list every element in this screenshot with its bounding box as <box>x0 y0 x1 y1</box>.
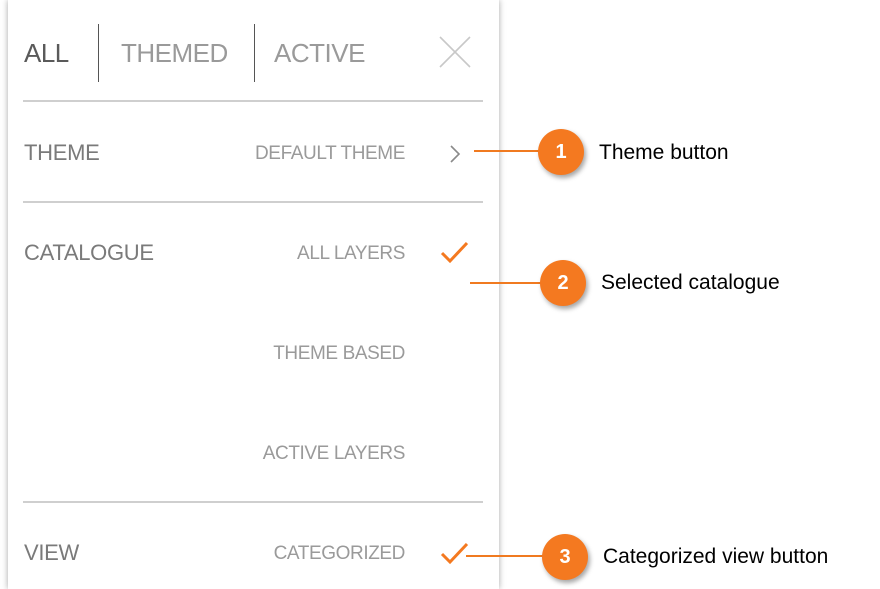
callout-text-3: Categorized view button <box>603 545 829 568</box>
view-label: VIEW <box>24 540 80 565</box>
callout-line <box>466 555 544 557</box>
catalogue-option-all-layers[interactable]: ALL LAYERS <box>297 243 405 265</box>
chevron-right-icon[interactable] <box>448 143 462 165</box>
checkmark-icon <box>440 241 469 264</box>
callout-badge-3: 3 <box>542 534 588 580</box>
catalogue-option-active-layers[interactable]: ACTIVE LAYERS <box>263 443 406 465</box>
divider <box>23 501 483 503</box>
close-icon[interactable] <box>438 35 472 69</box>
tab-all[interactable]: ALL <box>24 38 69 68</box>
tab-bar: ALL THEMED ACTIVE <box>8 0 499 100</box>
callout-text-2: Selected catalogue <box>601 271 780 294</box>
divider <box>23 201 483 203</box>
layer-settings-panel: ALL THEMED ACTIVE THEME DEFAULT THEME CA… <box>8 0 499 589</box>
tab-active[interactable]: ACTIVE <box>274 38 365 68</box>
callout-line <box>470 282 544 284</box>
view-categorized-button[interactable]: CATEGORIZED <box>274 543 406 565</box>
callout-badge-1: 1 <box>538 129 584 175</box>
callout-text-1: Theme button <box>599 141 729 164</box>
theme-button[interactable]: DEFAULT THEME <box>255 143 405 165</box>
tab-separator <box>98 24 99 82</box>
catalogue-label: CATALOGUE <box>24 240 154 265</box>
catalogue-option-theme-based[interactable]: THEME BASED <box>273 343 405 365</box>
checkmark-icon <box>440 542 469 565</box>
tab-separator <box>254 24 255 82</box>
callout-line <box>474 150 542 152</box>
tab-themed[interactable]: THEMED <box>121 38 228 68</box>
callout-badge-2: 2 <box>540 260 586 306</box>
theme-label: THEME <box>24 140 100 165</box>
divider <box>23 100 483 102</box>
